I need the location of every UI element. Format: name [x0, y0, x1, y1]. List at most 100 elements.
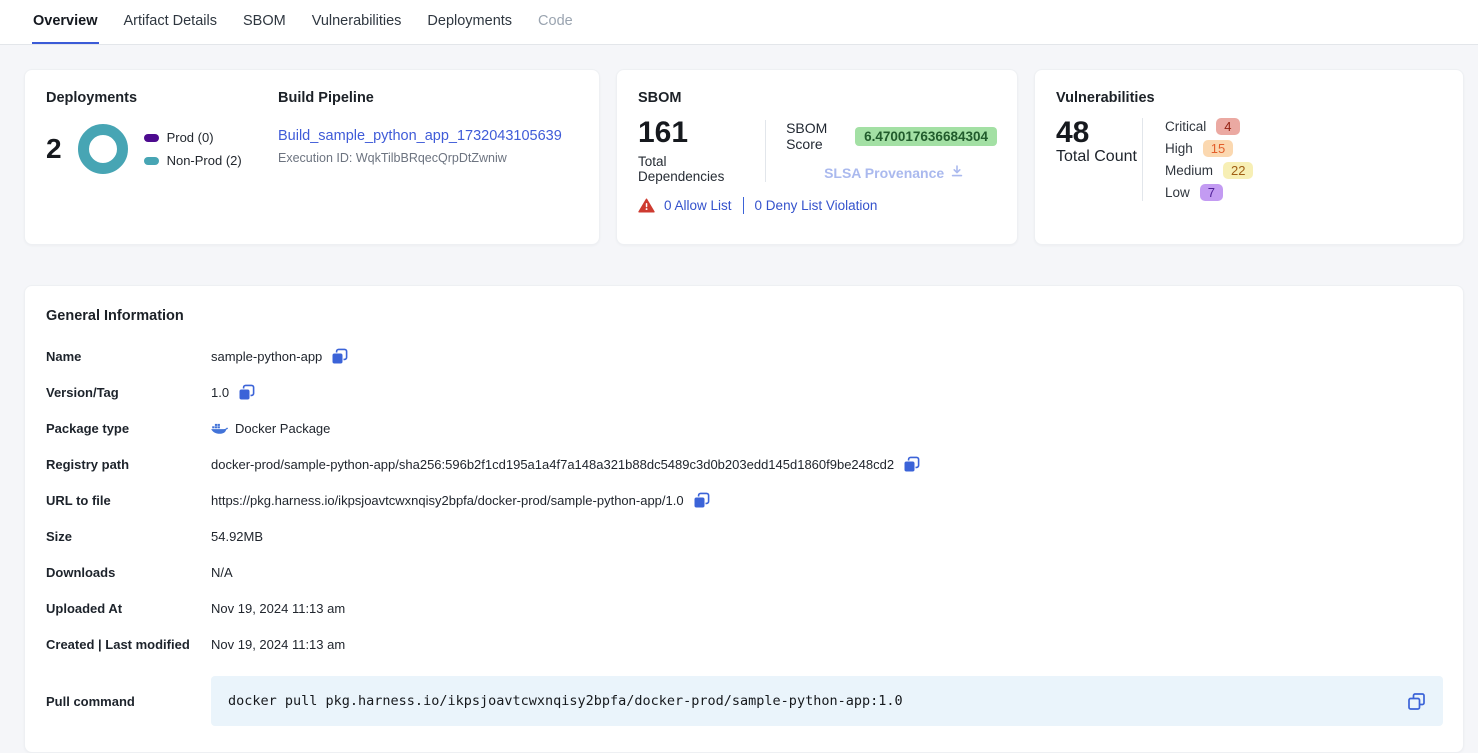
created-modified-label: Created | Last modified	[46, 637, 211, 652]
severity-label-high: High	[1165, 141, 1193, 156]
severity-label-low: Low	[1165, 185, 1190, 200]
general-information-card: General Information Name sample-python-a…	[24, 285, 1464, 753]
size-label: Size	[46, 529, 211, 544]
legend-item-prod: Prod (0)	[144, 130, 242, 145]
copy-url-button[interactable]	[693, 492, 710, 509]
uploaded-at-label: Uploaded At	[46, 601, 211, 616]
vulnerabilities-count-label: Total Count	[1056, 148, 1142, 166]
severity-label-critical: Critical	[1165, 119, 1206, 134]
build-pipeline-section: Build Pipeline Build_sample_python_app_1…	[278, 90, 579, 226]
tab-deployments[interactable]: Deployments	[426, 0, 513, 44]
nonprod-swatch	[144, 157, 159, 165]
general-information-rows: Name sample-python-app Version/Tag 1.0	[46, 338, 1443, 726]
severity-list: Critical 4 High 15 Medium 22 Low 7	[1165, 118, 1253, 201]
nonprod-legend-label: Non-Prod (2)	[167, 153, 242, 168]
sbom-policy-links: 0 Allow List 0 Deny List Violation	[638, 197, 997, 214]
version-tag-value: 1.0	[211, 385, 229, 400]
row-size: Size 54.92MB	[46, 518, 1443, 554]
build-pipeline-title: Build Pipeline	[278, 90, 579, 106]
vulnerabilities-divider	[1142, 118, 1143, 201]
downloads-value: N/A	[211, 565, 233, 580]
tab-code[interactable]: Code	[537, 0, 574, 44]
row-package-type: Package type Docker Package	[46, 410, 1443, 446]
vulnerabilities-content: 48 Total Count Critical 4 High 15 Medium…	[1056, 118, 1443, 201]
severity-row-medium: Medium 22	[1165, 162, 1253, 179]
deployments-legend: Prod (0) Non-Prod (2)	[144, 130, 242, 168]
sbom-score-block: SBOM Score 6.470017636684304 SLSA Proven…	[786, 118, 997, 184]
deployments-section: Deployments 2 Prod (0) Non-Prod (2)	[46, 90, 278, 226]
row-url-to-file: URL to file https://pkg.harness.io/ikpsj…	[46, 482, 1443, 518]
url-to-file-value: https://pkg.harness.io/ikpsjoavtcwxnqisy…	[211, 493, 684, 508]
warning-triangle-icon	[638, 198, 655, 213]
tab-overview[interactable]: Overview	[32, 0, 99, 44]
severity-row-critical: Critical 4	[1165, 118, 1253, 135]
slsa-provenance-link[interactable]: SLSA Provenance	[824, 164, 997, 181]
sbom-total-dependencies-count: 161	[638, 118, 745, 148]
copy-pull-command-button[interactable]	[1407, 692, 1426, 711]
deployments-count: 2	[46, 135, 62, 163]
row-downloads: Downloads N/A	[46, 554, 1443, 590]
deployments-donut-chart	[76, 122, 130, 176]
severity-badge-high: 15	[1203, 140, 1233, 157]
prod-legend-label: Prod (0)	[167, 130, 214, 145]
tab-artifact-details[interactable]: Artifact Details	[123, 0, 218, 44]
link-separator	[743, 197, 744, 214]
copy-name-button[interactable]	[331, 348, 348, 365]
pull-command-label: Pull command	[46, 694, 211, 709]
vulnerabilities-total-count: 48	[1056, 118, 1142, 148]
row-registry-path: Registry path docker-prod/sample-python-…	[46, 446, 1443, 482]
vulnerabilities-count-block: 48 Total Count	[1056, 118, 1142, 201]
docker-whale-icon	[211, 422, 228, 435]
severity-label-medium: Medium	[1165, 163, 1213, 178]
sbom-divider	[765, 120, 766, 182]
registry-path-value: docker-prod/sample-python-app/sha256:596…	[211, 457, 894, 472]
sbom-title: SBOM	[638, 90, 997, 106]
vulnerabilities-title: Vulnerabilities	[1056, 90, 1443, 106]
sbom-content: 161 Total Dependencies SBOM Score 6.4700…	[638, 118, 997, 184]
tab-bar: Overview Artifact Details SBOM Vulnerabi…	[0, 0, 1478, 45]
version-tag-label: Version/Tag	[46, 385, 211, 400]
name-value: sample-python-app	[211, 349, 322, 364]
sbom-count-block: 161 Total Dependencies	[638, 118, 745, 184]
build-pipeline-link[interactable]: Build_sample_python_app_1732043105639	[278, 128, 562, 144]
severity-badge-low: 7	[1200, 184, 1223, 201]
url-to-file-label: URL to file	[46, 493, 211, 508]
downloads-label: Downloads	[46, 565, 211, 580]
execution-id-text: Execution ID: WqkTilbBRqecQrpDtZwniw	[278, 151, 579, 165]
row-pull-command: Pull command docker pull pkg.harness.io/…	[46, 676, 1443, 726]
sbom-score-label: SBOM Score	[786, 120, 845, 152]
severity-row-high: High 15	[1165, 140, 1253, 157]
severity-row-low: Low 7	[1165, 184, 1253, 201]
vulnerabilities-card: Vulnerabilities 48 Total Count Critical …	[1034, 69, 1464, 245]
summary-cards-row: Deployments 2 Prod (0) Non-Prod (2)	[24, 69, 1464, 245]
legend-item-nonprod: Non-Prod (2)	[144, 153, 242, 168]
tab-vulnerabilities[interactable]: Vulnerabilities	[311, 0, 403, 44]
registry-path-label: Registry path	[46, 457, 211, 472]
deployments-content: 2 Prod (0) Non-Prod (2)	[46, 122, 278, 176]
severity-badge-critical: 4	[1216, 118, 1239, 135]
deny-list-violation-link[interactable]: 0 Deny List Violation	[755, 198, 878, 213]
uploaded-at-value: Nov 19, 2024 11:13 am	[211, 601, 345, 616]
package-type-label: Package type	[46, 421, 211, 436]
severity-badge-medium: 22	[1223, 162, 1253, 179]
row-version-tag: Version/Tag 1.0	[46, 374, 1443, 410]
allow-list-link[interactable]: 0 Allow List	[664, 198, 732, 213]
tab-sbom[interactable]: SBOM	[242, 0, 287, 44]
sbom-score-badge: 6.470017636684304	[855, 127, 997, 146]
general-information-title: General Information	[46, 308, 1443, 324]
row-uploaded-at: Uploaded At Nov 19, 2024 11:13 am	[46, 590, 1443, 626]
size-value: 54.92MB	[211, 529, 263, 544]
created-modified-value: Nov 19, 2024 11:13 am	[211, 637, 345, 652]
copy-version-button[interactable]	[238, 384, 255, 401]
pull-command-box: docker pull pkg.harness.io/ikpsjoavtcwxn…	[211, 676, 1443, 726]
name-label: Name	[46, 349, 211, 364]
sbom-count-label: Total Dependencies	[638, 154, 745, 184]
prod-swatch	[144, 134, 159, 142]
row-created-modified: Created | Last modified Nov 19, 2024 11:…	[46, 626, 1443, 662]
deployments-title: Deployments	[46, 90, 278, 106]
copy-registry-path-button[interactable]	[903, 456, 920, 473]
row-name: Name sample-python-app	[46, 338, 1443, 374]
download-icon	[950, 164, 964, 181]
slsa-provenance-label: SLSA Provenance	[824, 165, 944, 181]
package-type-value: Docker Package	[235, 421, 330, 436]
